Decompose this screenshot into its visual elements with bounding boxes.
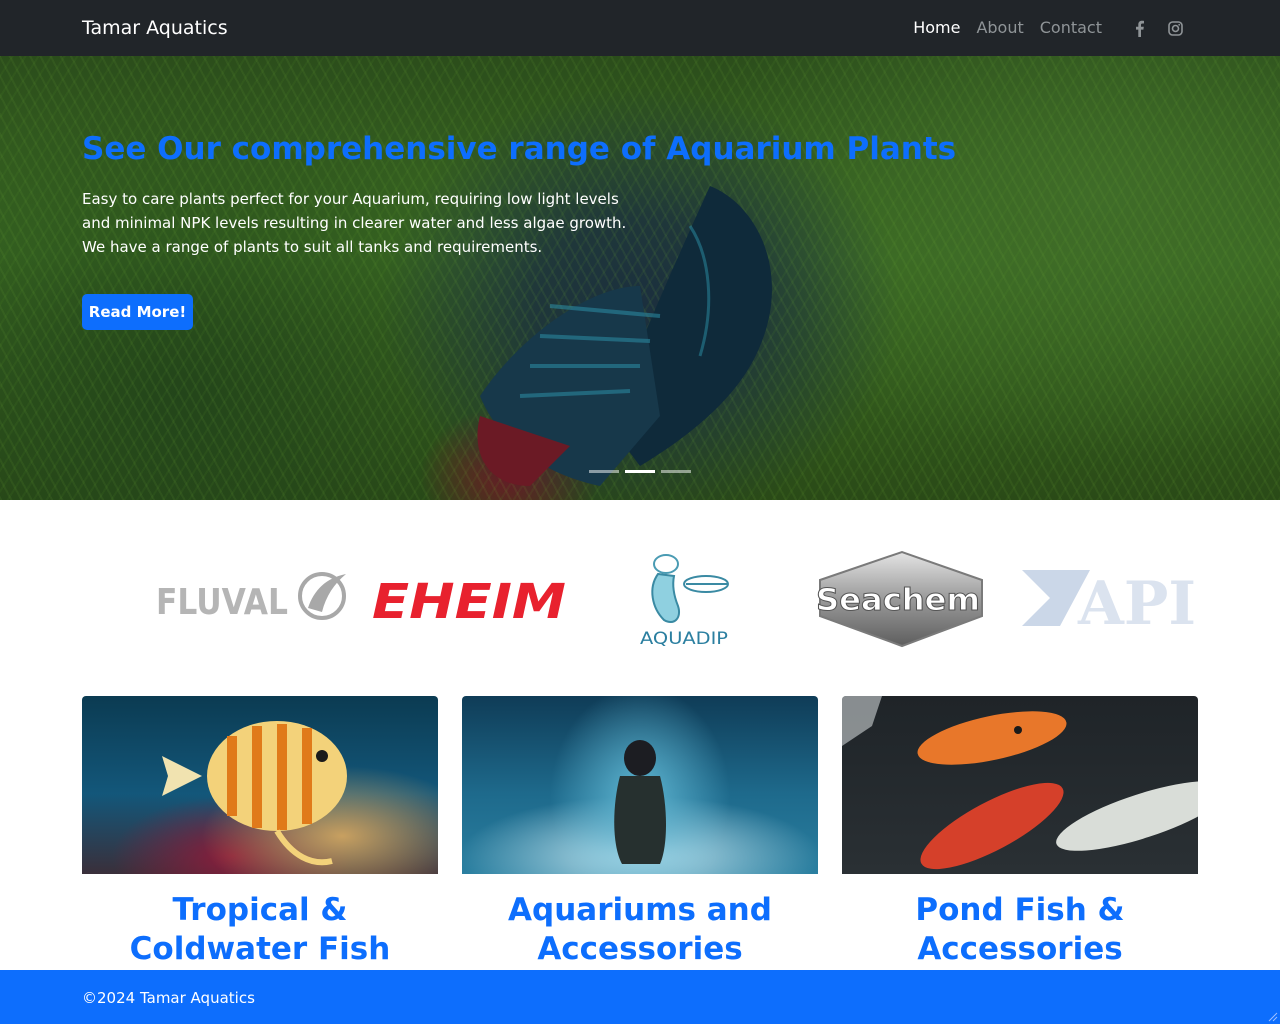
carousel-indicator-2[interactable] [625,470,655,473]
seachem-logo: Seachem [812,550,992,648]
brand-logos: FLUVAL EHEIM AQUADIP Seachem API [150,540,1198,656]
footer-copyright: ©2024 Tamar Aquatics [82,989,255,1007]
card-title-tropical[interactable]: Tropical & Coldwater Fish [82,891,438,969]
instagram-icon[interactable] [1165,18,1185,38]
category-card-pond[interactable]: Pond Fish & Accessories [842,696,1198,969]
card-title-pond[interactable]: Pond Fish & Accessories [842,891,1198,969]
category-card-tropical[interactable]: Tropical & Coldwater Fish [82,696,438,969]
seachem-logo-text: Seachem [816,583,980,618]
nav-link-contact[interactable]: Contact [1040,18,1102,38]
carousel-indicator-3[interactable] [661,470,691,473]
aquadip-logo-text: AQUADIP [640,629,728,648]
footer: ©2024 Tamar Aquatics [0,970,1280,1024]
api-logo: API [1020,566,1196,630]
fluval-logo-text: FLUVAL [156,582,288,623]
hero-description: Easy to care plants perfect for your Aqu… [82,190,627,256]
resize-grip-icon[interactable] [1268,1012,1278,1022]
hero-carousel: See Our comprehensive range of Aquarium … [0,56,1280,500]
koi-fish-image [842,696,1198,874]
api-logo-text: API [1077,569,1196,630]
category-card-aquariums[interactable]: Aquariums and Accessories [462,696,818,969]
brand-logo-text[interactable]: Tamar Aquatics [82,16,228,40]
navbar: Tamar Aquatics Home About Contact [0,0,1280,56]
eheim-logo: EHEIM [370,570,570,624]
aquarium-tunnel-image [462,696,818,874]
carousel-indicators [589,470,691,473]
butterflyfish-image [82,696,438,874]
nav-link-about[interactable]: About [976,18,1023,38]
card-title-aquariums[interactable]: Aquariums and Accessories [462,891,818,969]
nav-links: Home About Contact [913,18,1102,38]
eheim-logo-text: EHEIM [372,574,566,624]
facebook-icon[interactable] [1129,18,1149,38]
fluval-logo: FLUVAL [156,568,348,624]
read-more-button[interactable]: Read More! [82,294,193,330]
aquadip-logo: AQUADIP [638,548,736,648]
carousel-indicator-1[interactable] [589,470,619,473]
nav-link-home[interactable]: Home [913,18,960,38]
hero-title: See Our comprehensive range of Aquarium … [82,131,957,167]
